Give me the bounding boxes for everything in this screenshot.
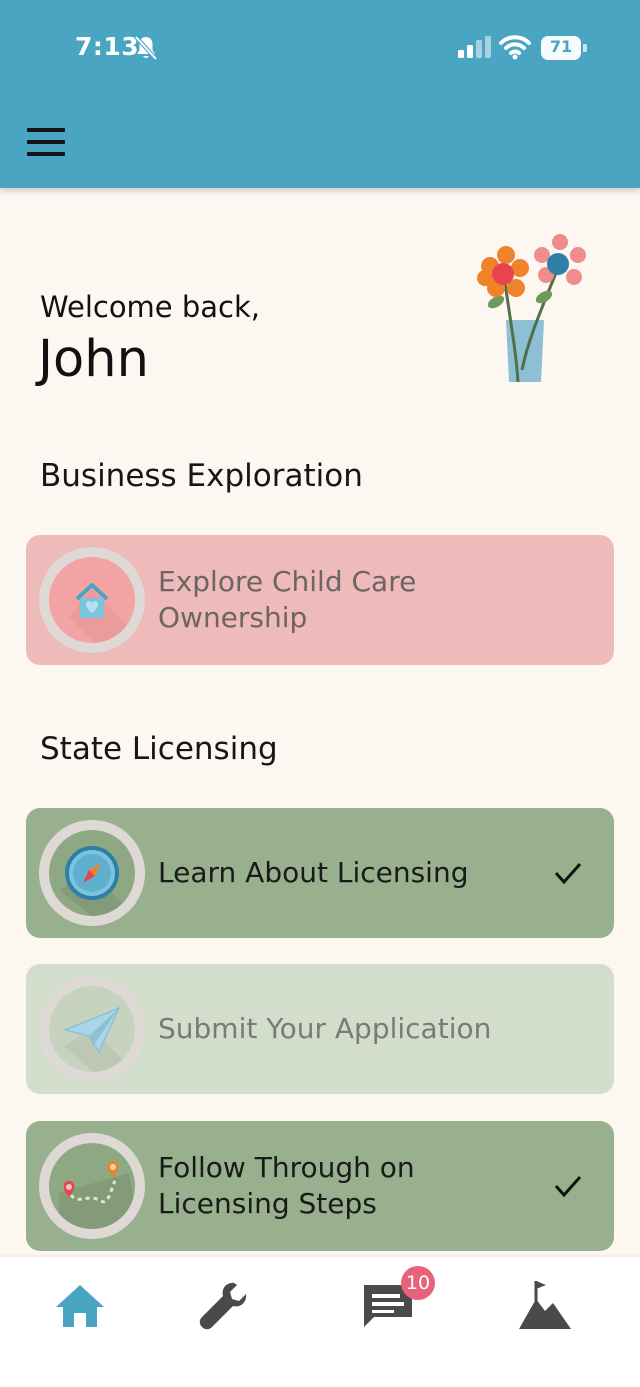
user-name: John <box>38 330 149 389</box>
card-label: Explore Child Care Ownership <box>158 564 416 636</box>
flower-vase-icon <box>477 234 586 383</box>
card-label-line1: Explore Child Care <box>158 565 417 598</box>
card-icon-ring <box>39 547 145 653</box>
section-title-state-licensing: State Licensing <box>40 731 278 767</box>
checkmark-icon <box>554 1176 582 1198</box>
paper-plane-icon <box>62 1006 135 1072</box>
card-label: Learn About Licensing <box>158 856 469 889</box>
card-label: Submit Your Application <box>158 1012 492 1045</box>
card-label-line2: Licensing Steps <box>158 1187 377 1220</box>
house-heart-icon <box>69 583 135 643</box>
wifi-icon <box>499 35 531 60</box>
card-label-line1: Follow Through on <box>158 1151 415 1184</box>
wrench-icon[interactable] <box>194 1277 250 1333</box>
map-route-icon <box>59 1161 135 1229</box>
mountain-flag-icon[interactable] <box>517 1277 573 1333</box>
status-time: 7:13 <box>75 32 140 61</box>
card-submit-your-application[interactable]: Submit Your Application <box>26 964 614 1094</box>
compass-icon <box>59 846 135 916</box>
battery-indicator: 71 <box>541 36 587 60</box>
card-icon-ring <box>39 976 145 1082</box>
message-count-badge: 10 <box>401 1266 435 1300</box>
card-icon-ring <box>39 820 145 926</box>
card-icon-ring <box>39 1133 145 1239</box>
card-label: Follow Through on Licensing Steps <box>158 1150 415 1222</box>
welcome-text: Welcome back, <box>40 290 261 324</box>
card-explore-child-care-ownership[interactable]: Explore Child Care Ownership <box>26 535 614 665</box>
app-header: 7:13 71 <box>0 0 640 188</box>
hamburger-menu-icon[interactable] <box>27 128 65 156</box>
home-icon[interactable] <box>52 1277 108 1333</box>
checkmark-icon <box>554 863 582 885</box>
card-label-line2: Ownership <box>158 601 308 634</box>
battery-level: 71 <box>549 37 573 56</box>
card-follow-through-on-licensing-steps[interactable]: Follow Through on Licensing Steps <box>26 1121 614 1251</box>
bottom-navigation: 10 <box>0 1257 640 1387</box>
section-title-business-exploration: Business Exploration <box>40 458 363 494</box>
card-learn-about-licensing[interactable]: Learn About Licensing <box>26 808 614 938</box>
cellular-signal-icon <box>458 36 491 58</box>
bell-slash-icon <box>134 35 158 61</box>
